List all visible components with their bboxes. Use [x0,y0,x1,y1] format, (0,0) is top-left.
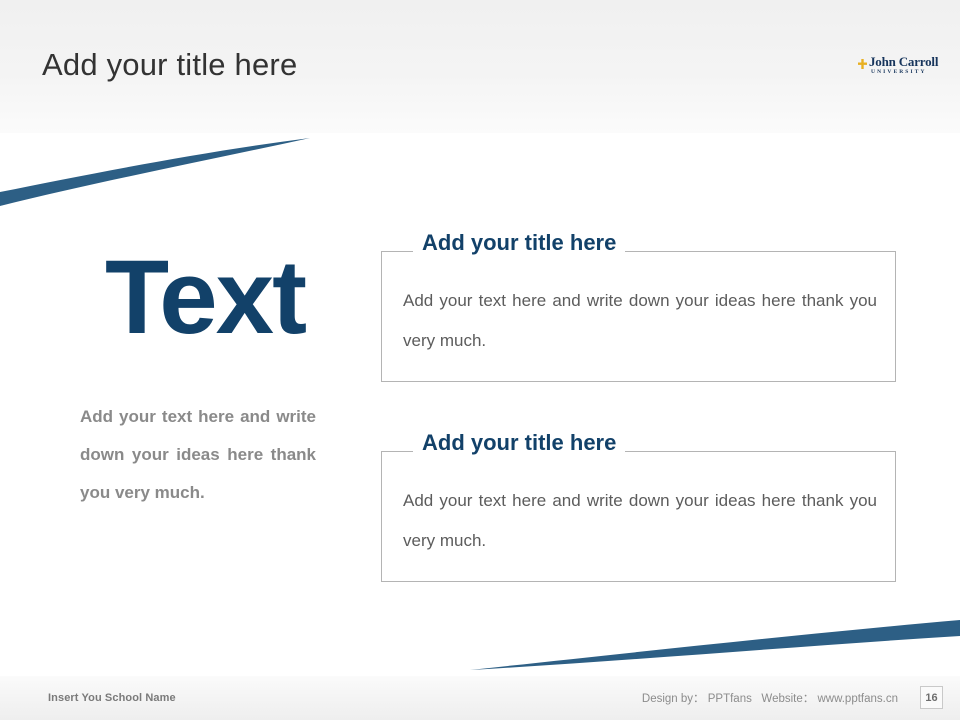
footer-credit-group: Design by： PPTfans Website： www.pptfans.… [642,676,898,720]
footer-school-name: Insert You School Name [48,692,176,704]
page-title: Add your title here [42,47,298,82]
left-body-text: Add your text here and write down your i… [80,407,316,502]
logo-subtitle: UNIVERSITY [871,69,927,75]
panel-1-title: Add your title here [413,228,626,258]
panel-2-title: Add your title here [413,428,626,458]
panel-2-body: Add your text here and write down your i… [403,491,877,550]
cross-icon [858,59,867,69]
footer-swoosh-decoration [470,620,960,670]
university-logo: John Carroll UNIVERSITY [858,54,942,80]
slide-canvas: Add your title here John Carroll UNIVERS… [0,0,960,720]
page-number: 16 [920,686,943,709]
logo-name: John Carroll [869,54,939,69]
left-headline: Text [104,239,307,356]
panel-1-body: Add your text here and write down your i… [403,291,877,350]
footer-credit: Design by： PPTfans Website： www.pptfans.… [641,693,898,705]
